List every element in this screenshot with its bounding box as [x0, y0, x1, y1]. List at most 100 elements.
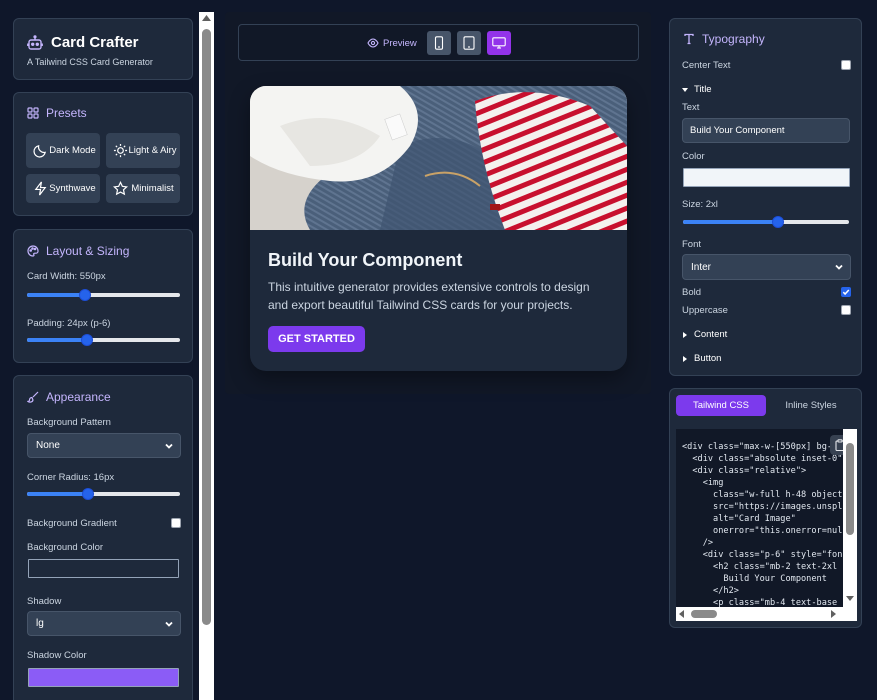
scroll-left-icon: [679, 610, 684, 618]
bg-color-label: Background Color: [27, 542, 104, 553]
brush-icon: [27, 391, 39, 403]
card-width-label: Card Width: 550px: [27, 271, 106, 282]
code-vertical-scrollbar[interactable]: [843, 429, 857, 607]
scroll-up-icon: [202, 15, 211, 21]
title-size-slider[interactable]: [683, 216, 849, 228]
shadow-select[interactable]: lg: [27, 611, 181, 636]
view-mobile-button[interactable]: [427, 31, 451, 55]
center-text-checkbox[interactable]: [841, 60, 851, 70]
corner-radius-label: Corner Radius: 16px: [27, 472, 115, 483]
code-horizontal-scrollbar-thumb[interactable]: [691, 610, 717, 618]
preset-minimalist-button[interactable]: Minimalist: [106, 174, 180, 203]
preview-area: Preview Build Your Component This intuit…: [225, 12, 651, 394]
type-icon: [684, 33, 694, 45]
checkmark-icon: [842, 289, 850, 296]
app-header-panel: Card Crafter A Tailwind CSS Card Generat…: [13, 18, 193, 80]
code-line: <div class="relative">: [682, 466, 807, 476]
phone-icon: [434, 36, 444, 50]
title-font-label: Font: [682, 239, 702, 250]
preset-synthwave-button[interactable]: Synthwave: [26, 174, 100, 203]
bg-gradient-label: Background Gradient: [27, 518, 117, 529]
title-color-label: Color: [682, 151, 705, 162]
tab-tailwind-css[interactable]: Tailwind CSS: [676, 395, 766, 416]
bg-pattern-select[interactable]: None: [27, 433, 181, 458]
caret-right-icon: [683, 331, 687, 338]
code-line: alt="Card Image": [682, 514, 796, 524]
layout-panel: Layout & Sizing Card Width: 550px Paddin…: [13, 229, 193, 363]
title-color-swatch[interactable]: [683, 168, 850, 187]
code-line: </h2>: [682, 586, 739, 596]
title-text-input[interactable]: Build Your Component: [682, 118, 850, 143]
code-content: <div class="max-w-[550px] bg- <div class…: [682, 441, 842, 609]
code-line: <div class="p-6" style="fon: [682, 550, 843, 560]
card-title: Build Your Component: [268, 250, 463, 270]
code-line: <img: [682, 478, 724, 488]
sun-icon: [113, 143, 128, 158]
typography-title: Typography: [683, 32, 765, 46]
bolt-icon: [34, 181, 47, 196]
code-line: class="w-full h-48 object: [682, 490, 843, 500]
content-section-toggle[interactable]: Content: [682, 329, 727, 340]
tab-inline-styles[interactable]: Inline Styles: [772, 395, 850, 416]
card-width-slider[interactable]: [27, 289, 180, 301]
title-section-toggle[interactable]: Title: [682, 84, 712, 95]
button-section-toggle[interactable]: Button: [682, 353, 721, 364]
app-title: Card Crafter: [51, 34, 139, 51]
scroll-right-icon: [831, 610, 836, 618]
title-font-select[interactable]: Inter: [682, 254, 851, 280]
palette-icon: [27, 245, 39, 257]
eye-icon: [367, 38, 379, 48]
chevron-down-icon: [835, 264, 843, 270]
scroll-down-icon: [846, 596, 854, 601]
code-panel: Tailwind CSS Inline Styles <div class="m…: [669, 388, 862, 628]
code-line: <div class="max-w-[550px] bg-: [682, 442, 833, 452]
preset-light-airy-button[interactable]: Light & Airy: [106, 133, 180, 168]
monitor-icon: [492, 37, 506, 49]
sidebar-scrollbar[interactable]: [199, 12, 214, 700]
padding-slider[interactable]: [27, 334, 180, 346]
corner-radius-slider[interactable]: [27, 488, 180, 500]
shadow-color-swatch[interactable]: [28, 668, 179, 687]
app-subtitle: A Tailwind CSS Card Generator: [27, 57, 153, 67]
title-text-label: Text: [682, 102, 700, 113]
padding-label: Padding: 24px (p-6): [27, 318, 111, 329]
card-cta-button[interactable]: GET STARTED: [268, 326, 365, 352]
code-block[interactable]: <div class="max-w-[550px] bg- <div class…: [676, 429, 857, 621]
sidebar-scrollbar-thumb[interactable]: [202, 29, 211, 625]
bg-color-swatch[interactable]: [28, 559, 179, 578]
chevron-down-icon: [165, 621, 173, 627]
code-vertical-scrollbar-thumb[interactable]: [846, 443, 854, 535]
bold-checkbox[interactable]: [841, 287, 851, 297]
preset-dark-mode-button[interactable]: Dark Mode: [26, 133, 100, 168]
typography-panel: Typography Center Text Title Text Build …: [669, 18, 862, 376]
layout-title: Layout & Sizing: [27, 244, 129, 258]
code-line: <div class="absolute inset-0": [682, 454, 843, 464]
caret-down-icon: [682, 87, 688, 92]
code-line: src="https://images.unspl: [682, 502, 843, 512]
code-line: <h2 class="mb-2 text-2xl: [682, 562, 838, 572]
presets-panel: Presets Dark Mode Light & Airy Synthwave…: [13, 92, 193, 216]
code-horizontal-scrollbar[interactable]: [676, 607, 857, 621]
code-line: />: [682, 538, 714, 548]
code-line: Build Your Component: [682, 574, 827, 584]
star-icon: [113, 181, 128, 196]
bg-gradient-checkbox[interactable]: [171, 518, 181, 528]
shadow-color-label: Shadow Color: [27, 650, 87, 661]
card-body: This intuitive generator provides extens…: [268, 280, 590, 312]
bold-label: Bold: [682, 287, 702, 298]
chevron-down-icon: [165, 443, 173, 449]
tablet-icon: [463, 36, 475, 50]
view-tablet-button[interactable]: [457, 31, 481, 55]
moon-icon: [33, 145, 46, 158]
center-text-label: Center Text: [682, 60, 731, 71]
view-desktop-button[interactable]: [487, 31, 511, 55]
card-image: [250, 86, 627, 230]
uppercase-label: Uppercase: [682, 305, 728, 316]
uppercase-checkbox[interactable]: [841, 305, 851, 315]
appearance-title: Appearance: [27, 390, 111, 404]
grid-icon: [27, 107, 39, 119]
bg-pattern-label: Background Pattern: [27, 417, 111, 428]
preview-card: Build Your Component This intuitive gene…: [250, 86, 627, 371]
preview-label: Preview: [383, 38, 417, 49]
presets-title: Presets: [27, 106, 87, 120]
